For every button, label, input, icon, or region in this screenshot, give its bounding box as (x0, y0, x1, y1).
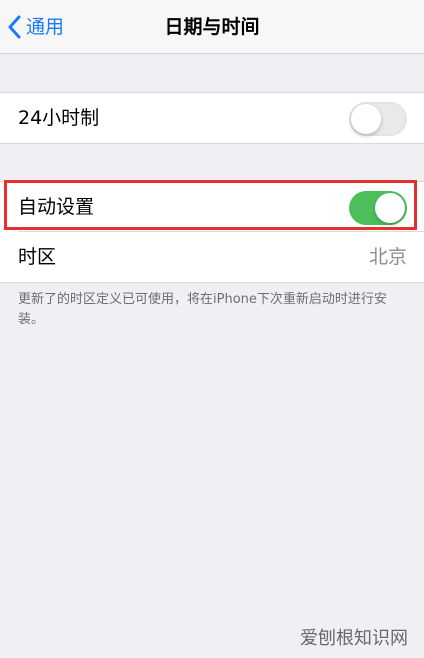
group-date-time: 自动设置 时区 北京 (0, 181, 424, 283)
toggle-auto-set[interactable] (349, 191, 407, 225)
timezone-value: 北京 (368, 246, 407, 268)
watermark-text: 爱刨根知识网 (300, 628, 408, 649)
cell-24-hour: 24小时制 (0, 93, 424, 143)
navigation-bar: 通用 日期与时间 (0, 0, 424, 54)
cell-timezone[interactable]: 时区 北京 (0, 232, 424, 282)
cell-label-auto-set: 自动设置 (18, 196, 95, 218)
cell-label-24-hour: 24小时制 (18, 107, 100, 129)
toggle-knob (375, 193, 405, 223)
footer-note: 更新了的时区定义已可使用，将在iPhone下次重新启动时进行安装。 (18, 292, 387, 327)
toggle-knob (351, 104, 381, 134)
group-hour-format: 24小时制 (0, 92, 424, 144)
page-title: 日期与时间 (164, 16, 260, 38)
cell-label-timezone: 时区 (18, 246, 57, 268)
cell-auto-set: 自动设置 (0, 182, 424, 232)
toggle-24-hour[interactable] (349, 102, 407, 136)
